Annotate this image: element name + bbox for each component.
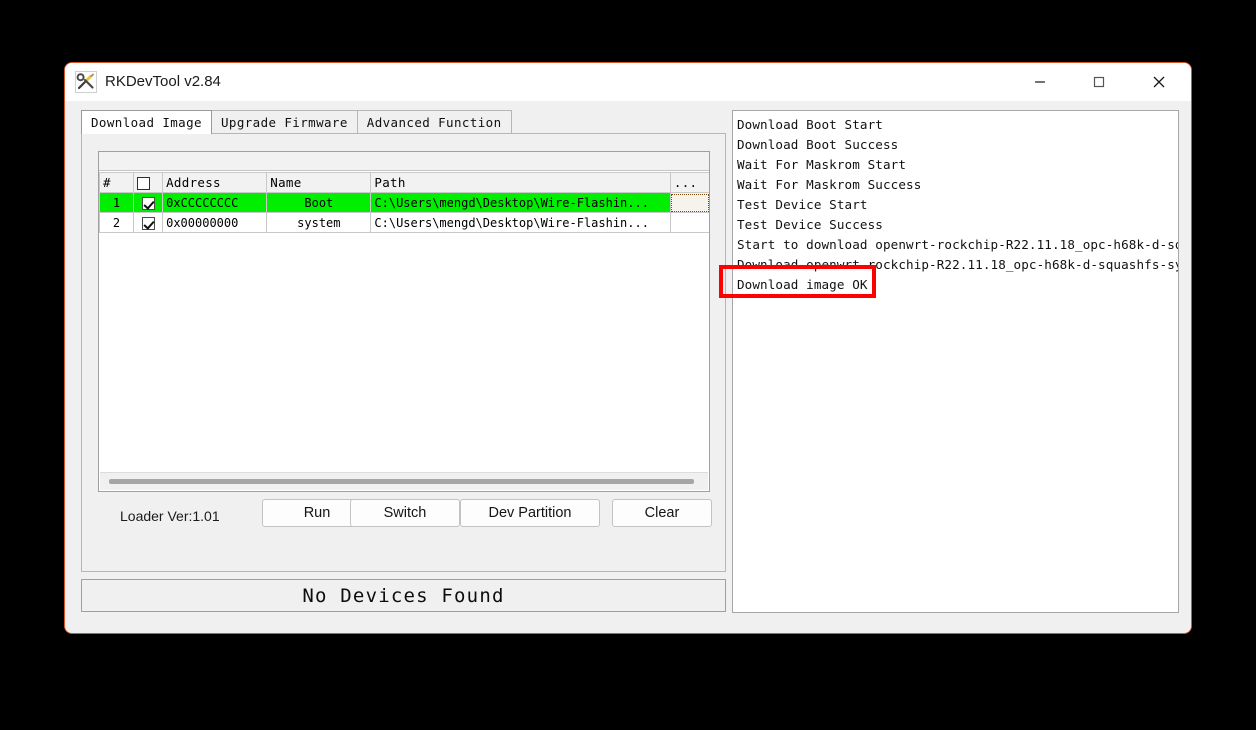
column-header-select-all[interactable]	[133, 172, 164, 193]
tab-download-image[interactable]: Download Image	[81, 110, 212, 134]
status-bar: No Devices Found	[81, 579, 726, 612]
switch-button[interactable]: Switch	[350, 499, 460, 527]
table-scrollbar-thumb[interactable]	[109, 479, 694, 484]
row-index: 1	[99, 192, 135, 213]
column-header-browse[interactable]: ...	[669, 172, 709, 193]
row-name[interactable]: Boot	[266, 192, 372, 213]
row-checkbox-cell[interactable]	[133, 212, 164, 233]
partition-grid: # Address Name Path ... 1 0xCCCCCCCC Boo…	[99, 172, 709, 233]
column-header-path[interactable]: Path	[370, 172, 671, 193]
log-line: Start to download openwrt-rockchip-R22.1…	[737, 237, 1179, 252]
log-line: Test Device Start	[737, 197, 868, 212]
application-window: RKDevTool v2.84 Download Image Upgrade F…	[64, 62, 1192, 634]
table-header-row: # Address Name Path ...	[99, 172, 709, 193]
row-browse-button[interactable]	[669, 212, 709, 233]
tab-upgrade-firmware[interactable]: Upgrade Firmware	[210, 110, 358, 134]
log-line: Wait For Maskrom Start	[737, 157, 907, 172]
tools-icon	[75, 71, 97, 93]
row-index: 2	[99, 212, 135, 233]
download-image-panel: # Address Name Path ... 1 0xCCCCCCCC Boo…	[81, 133, 726, 572]
log-line: Download Boot Start	[737, 117, 883, 132]
log-output-panel[interactable]: Download Boot Start Download Boot Succes…	[732, 110, 1179, 613]
row-path[interactable]: C:\Users\mengd\Desktop\Wire-Flashin...	[370, 212, 671, 233]
maximize-button[interactable]	[1076, 63, 1122, 101]
column-header-name[interactable]: Name	[266, 172, 372, 193]
column-header-address[interactable]: Address	[162, 172, 268, 193]
title-bar: RKDevTool v2.84	[65, 63, 1191, 101]
log-line: Download image OK	[737, 277, 868, 292]
row-checkbox-cell[interactable]	[133, 192, 164, 213]
minimize-icon	[1035, 81, 1045, 83]
row-address[interactable]: 0xCCCCCCCC	[162, 192, 268, 213]
close-button[interactable]	[1136, 63, 1182, 101]
window-title: RKDevTool v2.84	[105, 73, 221, 90]
tab-advanced-function[interactable]: Advanced Function	[356, 110, 512, 134]
table-row[interactable]: 2 0x00000000 system C:\Users\mengd\Deskt…	[99, 212, 709, 233]
partition-table: # Address Name Path ... 1 0xCCCCCCCC Boo…	[98, 151, 710, 492]
row-checkbox[interactable]	[141, 196, 155, 210]
log-line: Download Boot Success	[737, 137, 899, 152]
clear-button[interactable]: Clear	[612, 499, 712, 527]
select-all-checkbox[interactable]	[137, 177, 151, 190]
device-status-text: No Devices Found	[302, 584, 505, 607]
table-horizontal-scrollbar[interactable]	[100, 472, 708, 490]
tab-strip: Download Image Upgrade Firmware Advanced…	[81, 110, 512, 134]
row-path[interactable]: C:\Users\mengd\Desktop\Wire-Flashin...	[370, 192, 671, 213]
minimize-button[interactable]	[1017, 63, 1063, 101]
screen-root: RKDevTool v2.84 Download Image Upgrade F…	[0, 0, 1256, 730]
log-line: Wait For Maskrom Success	[737, 177, 922, 192]
client-area: Download Image Upgrade Firmware Advanced…	[66, 101, 1191, 632]
maximize-icon	[1093, 76, 1105, 88]
table-top-strip	[99, 152, 709, 171]
log-line: Test Device Success	[737, 217, 883, 232]
table-row[interactable]: 1 0xCCCCCCCC Boot C:\Users\mengd\Desktop…	[99, 192, 709, 213]
row-address[interactable]: 0x00000000	[162, 212, 268, 233]
row-checkbox[interactable]	[141, 216, 155, 230]
dev-partition-button[interactable]: Dev Partition	[460, 499, 600, 527]
close-icon	[1153, 76, 1165, 88]
row-browse-button[interactable]	[669, 192, 709, 213]
column-header-index[interactable]: #	[99, 172, 135, 193]
log-line: Download openwrt-rockchip-R22.11.18_opc-…	[737, 257, 1179, 272]
loader-version-label: Loader Ver:1.01	[120, 508, 220, 524]
row-name[interactable]: system	[266, 212, 372, 233]
